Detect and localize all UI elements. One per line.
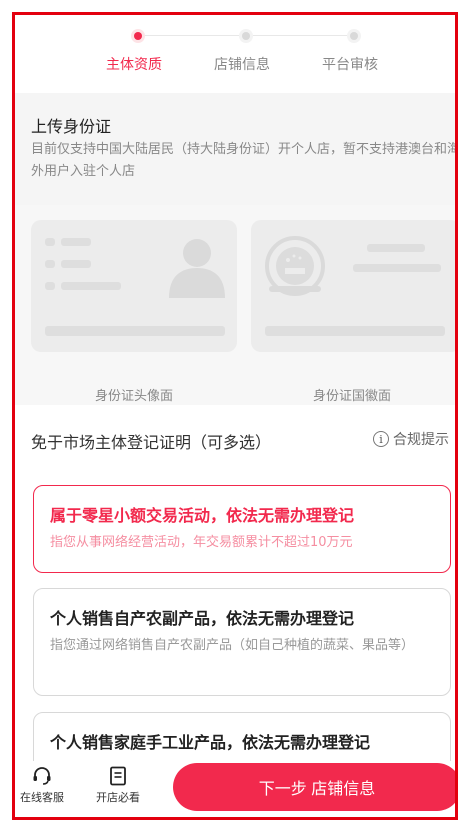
national-emblem-icon <box>265 236 325 296</box>
document-icon <box>110 766 126 786</box>
id-upload-description: 目前仅支持中国大陆居民（持大陆身份证）开个人店，暂不支持港澳台和海外用户入驻个人… <box>31 142 458 179</box>
app-frame: 主体资质 店铺信息 平台审核 上传身份证 目前仅支持中国大陆居民（持大陆身份证）… <box>12 12 458 820</box>
progress-stepper: 主体资质 店铺信息 平台审核 <box>15 15 455 95</box>
option-title: 属于零星小额交易活动，依法无需办理登记 <box>50 506 355 525</box>
option-title: 个人销售家庭手工业产品，依法无需办理登记 <box>50 733 371 752</box>
shop-guide-button[interactable]: 开店必看 <box>91 765 145 805</box>
step-label-shop-info: 店铺信息 <box>214 57 270 73</box>
step-dot-active <box>131 29 145 43</box>
placeholder-bar <box>61 238 91 246</box>
placeholder-bar <box>265 326 445 336</box>
step-label-qualification: 主体资质 <box>106 57 162 73</box>
placeholder-bar <box>353 264 441 272</box>
placeholder-bar <box>367 244 425 252</box>
placeholder-bar <box>61 260 91 268</box>
compliance-tip-link[interactable]: i 合规提示 <box>373 429 449 449</box>
option-description: 指您从事网络经营活动，年交易额累计不超过10万元 <box>50 535 353 550</box>
info-icon: i <box>373 431 389 447</box>
placeholder-bar <box>45 238 55 246</box>
step-connector <box>143 35 239 36</box>
id-back-upload[interactable] <box>251 220 455 352</box>
bottom-action-bar: 在线客服 开店必看 下一步 店铺信息 <box>15 761 455 817</box>
step-connector <box>253 35 349 36</box>
person-silhouette-icon <box>169 239 225 298</box>
id-front-caption: 身份证头像面 <box>94 389 173 404</box>
next-step-button[interactable]: 下一步 店铺信息 <box>173 763 455 811</box>
id-upload-title: 上传身份证 <box>31 117 112 136</box>
exempt-section-title: 免于市场主体登记证明（可多选） <box>31 433 272 452</box>
option-description: 指您通过网络销售自产农副产品（如自己种植的蔬菜、果品等） <box>50 638 415 653</box>
option-small-transactions[interactable]: 属于零星小额交易活动，依法无需办理登记 指您从事网络经营活动，年交易额累计不超过… <box>33 485 451 573</box>
option-title: 个人销售自产农副产品，依法无需办理登记 <box>50 609 355 628</box>
step-dot <box>347 29 361 43</box>
online-service-button[interactable]: 在线客服 <box>15 765 69 805</box>
placeholder-bar <box>45 260 55 268</box>
id-upload-section: 上传身份证 目前仅支持中国大陆居民（持大陆身份证）开个人店，暂不支持港澳台和海外… <box>15 93 455 405</box>
placeholder-bar <box>45 326 225 336</box>
compliance-tip-label: 合规提示 <box>393 432 449 448</box>
option-agricultural-products[interactable]: 个人销售自产农副产品，依法无需办理登记 指您通过网络销售自产农副产品（如自己种植… <box>33 588 451 696</box>
id-back-caption: 身份证国徽面 <box>312 389 391 404</box>
id-upload-header: 上传身份证 目前仅支持中国大陆居民（持大陆身份证）开个人店，暂不支持港澳台和海外… <box>15 93 455 205</box>
headset-icon <box>33 767 51 785</box>
id-cards-area: 身份证头像面 身份证国徽面 <box>15 205 455 405</box>
placeholder-bar <box>45 282 55 290</box>
step-dot <box>239 29 253 43</box>
id-front-upload[interactable] <box>31 220 237 352</box>
placeholder-bar <box>61 282 121 290</box>
shop-guide-label: 开店必看 <box>96 791 140 804</box>
step-label-review: 平台审核 <box>322 57 378 73</box>
online-service-label: 在线客服 <box>20 791 64 804</box>
